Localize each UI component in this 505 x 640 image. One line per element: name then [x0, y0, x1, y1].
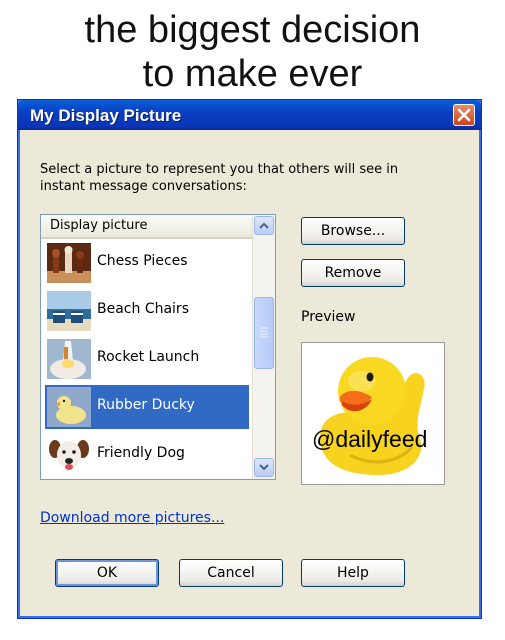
scroll-down-button[interactable]: [254, 458, 274, 477]
grip-icon: [260, 327, 268, 338]
list-item-rubber-ducky[interactable]: Rubber Ducky: [45, 385, 249, 429]
chevron-up-icon: [259, 222, 269, 229]
scroll-up-button[interactable]: [254, 216, 274, 235]
friendly-dog-thumbnail: [47, 435, 91, 475]
list-item-beach-chairs[interactable]: Beach Chairs: [45, 289, 249, 333]
rocket-launch-thumbnail: [47, 339, 91, 379]
list-column-header[interactable]: Display picture: [41, 215, 253, 239]
close-button[interactable]: [453, 104, 475, 126]
title-bar[interactable]: My Display Picture: [18, 100, 481, 130]
meme-caption: the biggest decision to make ever: [0, 8, 505, 96]
caption-line-2: to make ever: [142, 53, 363, 95]
remove-button[interactable]: Remove: [301, 259, 405, 287]
cancel-button[interactable]: Cancel: [179, 559, 283, 587]
instructions-line-2: instant message conversations:: [40, 179, 247, 194]
preview-box: [301, 342, 445, 485]
list-item-label: Chess Pieces: [97, 253, 188, 269]
list-item-rocket-launch[interactable]: Rocket Launch: [45, 337, 249, 381]
preview-label: Preview: [301, 309, 356, 325]
list-item-chess-pieces[interactable]: Chess Pieces: [45, 241, 249, 285]
dialog-title: My Display Picture: [30, 106, 182, 125]
close-icon: [457, 108, 471, 122]
help-button[interactable]: Help: [301, 559, 405, 587]
chess-pieces-thumbnail: [47, 243, 91, 283]
list-item-label: Rocket Launch: [97, 349, 200, 365]
beach-chairs-thumbnail: [47, 291, 91, 331]
instructions-line-1: Select a picture to represent you that o…: [40, 162, 399, 177]
list-item-label: Rubber Ducky: [97, 397, 195, 413]
display-picture-list[interactable]: Display picture Chess Pieces Beach Chair…: [40, 214, 276, 480]
scroll-thumb[interactable]: [254, 297, 274, 369]
caption-line-1: the biggest decision: [84, 9, 421, 51]
browse-button[interactable]: Browse...: [301, 217, 405, 245]
rubber-duck-preview-image: [320, 357, 425, 475]
chevron-down-icon: [259, 464, 269, 471]
rubber-ducky-thumbnail: [47, 387, 91, 427]
list-item-friendly-dog[interactable]: Friendly Dog: [45, 433, 249, 477]
list-item-label: Beach Chairs: [97, 301, 189, 317]
instructions-text: Select a picture to represent you that o…: [40, 161, 420, 195]
download-more-pictures-link[interactable]: Download more pictures...: [40, 510, 224, 526]
watermark: @dailyfeed: [312, 426, 428, 452]
list-scrollbar[interactable]: [252, 215, 275, 479]
list-item-label: Friendly Dog: [97, 445, 185, 461]
my-display-picture-dialog: My Display Picture Select a picture to r…: [17, 99, 482, 619]
ok-button[interactable]: OK: [55, 559, 159, 587]
